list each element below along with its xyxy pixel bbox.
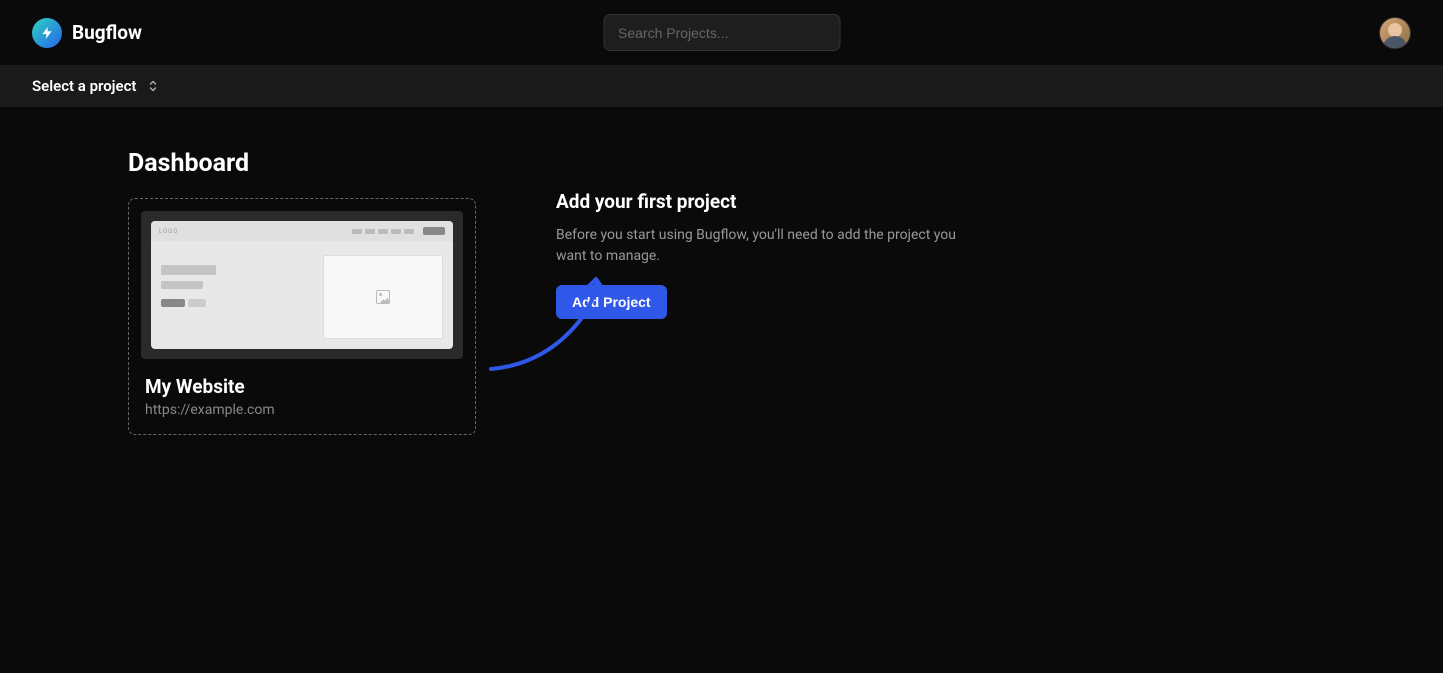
add-project-button[interactable]: Add Project [556, 285, 667, 319]
cta-column: Add your first project Before you start … [556, 149, 976, 319]
avatar[interactable] [1379, 17, 1411, 49]
brand-name: Bugflow [72, 21, 142, 44]
search-wrapper [603, 14, 840, 51]
dashboard-title: Dashboard [128, 149, 476, 178]
project-selector[interactable]: Select a project [32, 77, 158, 95]
cta-description: Before you start using Bugflow, you'll n… [556, 225, 976, 267]
mock-logo: LOGO [159, 228, 178, 235]
dashboard-column: Dashboard LOGO [128, 149, 476, 435]
subheader: Select a project [0, 65, 1443, 107]
project-preview: LOGO [141, 211, 463, 359]
main-content: Dashboard LOGO [0, 107, 1443, 477]
cta-title: Add your first project [556, 190, 976, 213]
image-placeholder-icon [376, 290, 390, 304]
project-card-url: https://example.com [141, 402, 463, 422]
project-card[interactable]: LOGO [128, 198, 476, 435]
main-header: Bugflow [0, 0, 1443, 65]
browser-mockup: LOGO [151, 221, 453, 349]
chevron-updown-icon [148, 79, 158, 93]
search-input[interactable] [603, 14, 840, 51]
bolt-icon [40, 24, 54, 42]
project-card-title: My Website [141, 375, 463, 398]
logo-icon [32, 18, 62, 48]
brand-area[interactable]: Bugflow [32, 18, 142, 48]
project-selector-label: Select a project [32, 77, 136, 95]
